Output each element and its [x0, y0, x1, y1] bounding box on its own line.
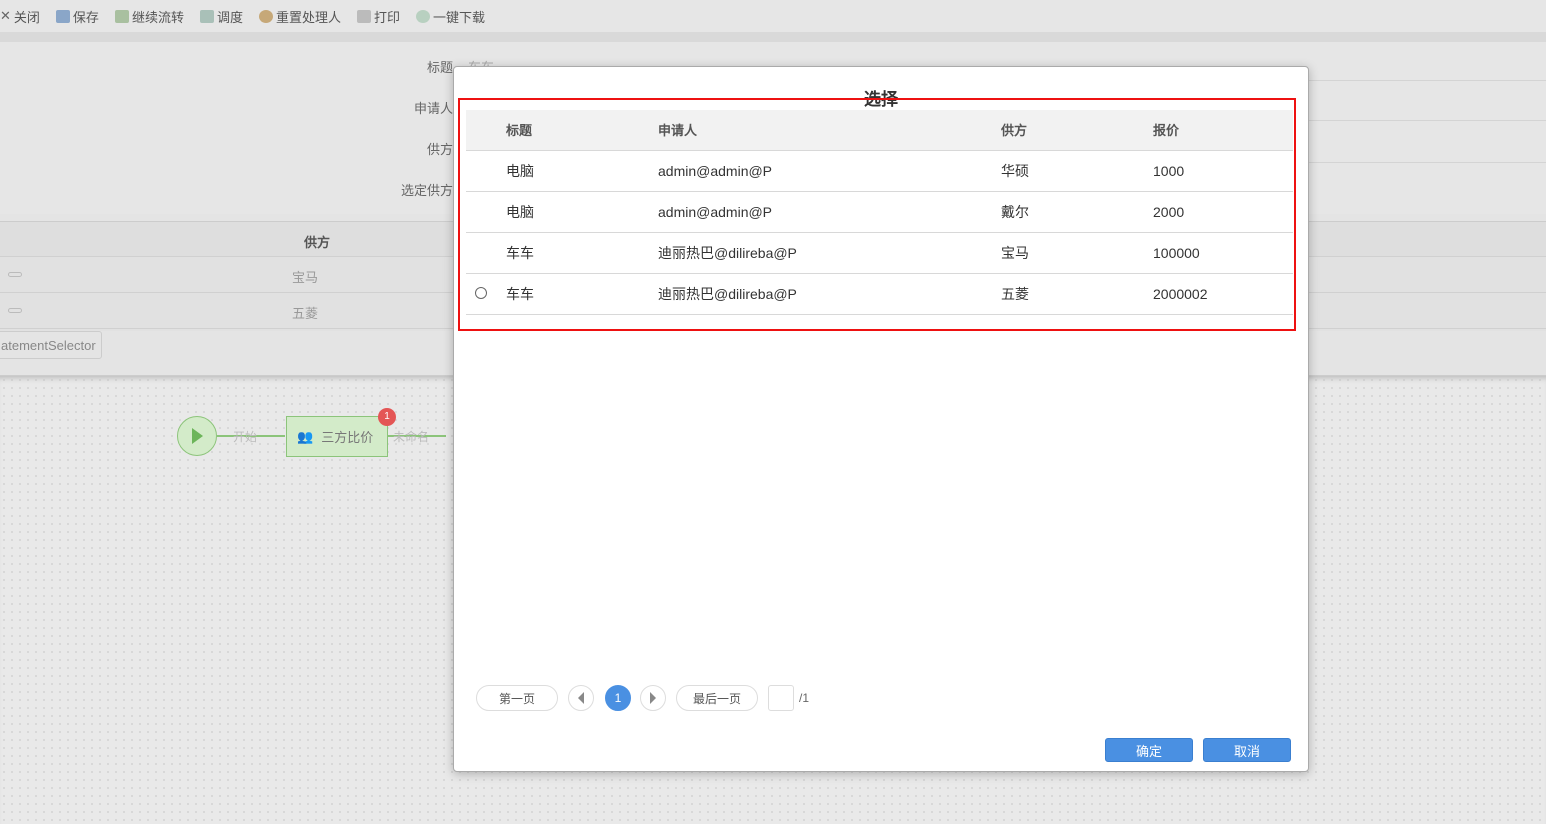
cell-title: 电脑 [506, 150, 658, 192]
save-icon [55, 9, 70, 23]
form-label-applicant: 申请人 [413, 101, 453, 116]
first-page-button[interactable]: 第一页 [476, 685, 558, 711]
column-header-supplier: 供方 [1001, 110, 1153, 151]
select-dialog: 选择 标题 申请人 供方 报价 电脑 admin@admin@P 华硕 1000… [453, 66, 1309, 772]
print-button[interactable]: 打印 [356, 7, 400, 26]
cell-price: 100000 [1153, 232, 1293, 274]
table-cell: 五菱 [292, 306, 319, 321]
form-label-supplier: 供方 [426, 142, 453, 157]
row-toggle[interactable] [8, 272, 22, 277]
save-button[interactable]: 保存 [55, 7, 99, 26]
column-header-applicant: 申请人 [658, 110, 1001, 151]
form-label-title: 标题 [426, 60, 453, 75]
table-row[interactable]: 车车 迪丽热巴@dilireba@P 宝马 100000 [466, 232, 1293, 274]
download-icon [416, 9, 430, 23]
divider [0, 32, 1546, 42]
column-header-title: 标题 [506, 110, 658, 151]
table-row[interactable]: 电脑 admin@admin@P 戴尔 2000 [466, 191, 1293, 233]
close-button[interactable]: ✕ 关闭 [0, 7, 40, 26]
cell-price: 2000002 [1153, 273, 1293, 315]
table-cell: 宝马 [292, 270, 319, 285]
reset-handler-icon [258, 9, 273, 23]
cancel-button[interactable]: 取消 [1203, 738, 1291, 762]
cell-applicant: 迪丽热巴@dilireba@P [658, 232, 1001, 274]
dispatch-icon [199, 9, 214, 23]
reset-handler-button[interactable]: 重置处理人 [258, 7, 341, 26]
column-header-price: 报价 [1153, 110, 1293, 151]
cell-title: 车车 [506, 273, 658, 315]
cell-applicant: admin@admin@P [658, 150, 1001, 192]
cell-title: 电脑 [506, 191, 658, 233]
last-page-button[interactable]: 最后一页 [676, 685, 758, 711]
badge: 1 [378, 408, 396, 426]
page-total: /1 [799, 691, 810, 705]
cell-applicant: 迪丽热巴@dilireba@P [658, 273, 1001, 315]
cell-supplier: 华硕 [1001, 150, 1153, 192]
edge-label: 未命名 [393, 430, 430, 444]
select-table: 标题 申请人 供方 报价 电脑 admin@admin@P 华硕 1000 电脑… [466, 110, 1293, 315]
cell-supplier: 宝马 [1001, 232, 1153, 274]
edge-label: 开始 [233, 430, 258, 444]
close-icon: ✕ [0, 8, 11, 23]
confirm-button[interactable]: 确定 [1105, 738, 1193, 762]
task-node[interactable]: 👥 三方比价 [286, 416, 388, 457]
forward-button[interactable]: 继续流转 [114, 7, 184, 26]
page-1-button[interactable]: 1 [605, 685, 631, 711]
print-icon [356, 9, 371, 23]
cell-price: 2000 [1153, 191, 1293, 233]
table-row[interactable]: 电脑 admin@admin@P 华硕 1000 [466, 150, 1293, 192]
table-row[interactable]: 车车 迪丽热巴@dilireba@P 五菱 2000002 [466, 273, 1293, 315]
radio-cell[interactable] [466, 273, 506, 315]
prev-page-button[interactable] [568, 685, 594, 711]
cell-supplier: 戴尔 [1001, 191, 1153, 233]
forward-icon [114, 9, 129, 23]
chevron-right-icon [650, 692, 656, 704]
page-input[interactable] [768, 685, 794, 711]
start-node[interactable] [177, 416, 217, 456]
play-icon [192, 428, 203, 444]
dispatch-button[interactable]: 调度 [199, 7, 243, 26]
radio-cell[interactable] [466, 232, 506, 274]
radio-cell[interactable] [466, 150, 506, 192]
next-page-button[interactable] [640, 685, 666, 711]
chevron-left-icon [578, 692, 584, 704]
toolbar: ✕ 关闭 保存 继续流转 调度 重置处理人 打印 一键下载 [0, 0, 1546, 32]
cell-applicant: admin@admin@P [658, 191, 1001, 233]
download-button[interactable]: 一键下载 [416, 7, 485, 26]
users-icon: 👥 [297, 428, 314, 444]
cell-supplier: 五菱 [1001, 273, 1153, 315]
cell-title: 车车 [506, 232, 658, 274]
row-radio[interactable] [475, 286, 487, 299]
cell-price: 1000 [1153, 150, 1293, 192]
row-toggle[interactable] [8, 308, 22, 313]
column-header: 供方 [304, 235, 331, 250]
radio-cell[interactable] [466, 191, 506, 233]
statement-selector-button[interactable]: atementSelector [0, 331, 102, 359]
form-label-selected-supplier: 选定供方 [400, 183, 453, 198]
